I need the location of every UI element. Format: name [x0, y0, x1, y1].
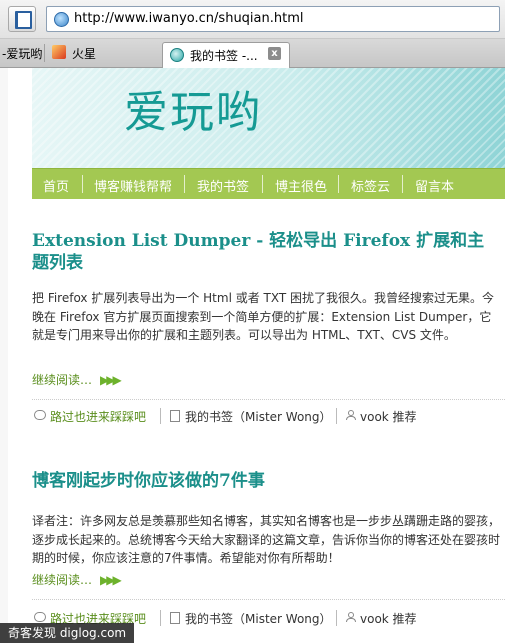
- user-icon: [346, 612, 356, 622]
- tab-label: 我的书签 -...: [190, 49, 258, 63]
- nav-divider: [262, 175, 263, 193]
- meta-divider: [160, 610, 161, 626]
- address-bar: http://www.iwanyo.cn/shuqian.html: [0, 0, 505, 39]
- nav-my-bookmarks[interactable]: 我的书签: [197, 176, 249, 195]
- watermark: 奇客发现 diglog.com: [0, 623, 135, 643]
- double-arrow-icon: ▶▶▶: [100, 573, 122, 587]
- read-more-link[interactable]: 继续阅读… ▶▶▶: [32, 571, 122, 588]
- main-nav: 首页 博客赚钱帮帮 我的书签 博主很色 标签云 留言本: [32, 168, 505, 199]
- nav-blogger[interactable]: 博主很色: [275, 176, 327, 195]
- read-more-label[interactable]: 继续阅读…: [32, 373, 92, 387]
- read-more-link[interactable]: 继续阅读… ▶▶▶: [32, 371, 122, 388]
- nav-divider: [184, 175, 185, 193]
- bookmark-mars[interactable]: 火星: [72, 45, 96, 62]
- category-icon: [170, 410, 180, 422]
- mars-icon: [52, 45, 66, 59]
- nav-divider: [402, 175, 403, 193]
- author-link[interactable]: vook 推荐: [360, 408, 417, 425]
- meta-divider: [160, 408, 161, 424]
- tab-favicon-icon: [170, 48, 184, 62]
- web-page: 爱玩哟 首页 博客赚钱帮帮 我的书签 博主很色 标签云 留言本 Extensio…: [0, 68, 505, 643]
- nav-tag-cloud[interactable]: 标签云: [351, 176, 390, 195]
- author-link[interactable]: vook 推荐: [360, 610, 417, 627]
- post-title[interactable]: 博客刚起步时你应该做的7件事: [32, 470, 492, 492]
- read-more-label[interactable]: 继续阅读…: [32, 573, 92, 587]
- site-title[interactable]: 爱玩哟: [124, 76, 262, 140]
- url-text[interactable]: http://www.iwanyo.cn/shuqian.html: [74, 11, 304, 26]
- post-title[interactable]: Extension List Dumper - 轻松导出 Firefox 扩展和…: [32, 230, 492, 274]
- url-input[interactable]: http://www.iwanyo.cn/shuqian.html: [46, 6, 500, 32]
- bookmark-aiwanyo[interactable]: -爱玩哟: [2, 45, 42, 62]
- category-link[interactable]: 我的书签（Mister Wong）: [185, 408, 332, 425]
- post-excerpt: 把 Firefox 扩展列表导出为一个 Html 或者 TXT 困扰了我很久。我…: [32, 291, 495, 342]
- user-icon: [346, 410, 356, 420]
- bookmark-divider: [44, 44, 45, 62]
- double-arrow-icon: ▶▶▶: [100, 373, 122, 387]
- nav-divider: [82, 175, 83, 193]
- post-meta: 路过也进来踩踩吧 我的书签（Mister Wong） vook 推荐: [32, 404, 505, 428]
- bookmarks-button[interactable]: [8, 6, 36, 32]
- nav-guestbook[interactable]: 留言本: [415, 176, 454, 195]
- meta-divider: [336, 610, 337, 626]
- comment-link[interactable]: 路过也进来踩踩吧: [50, 408, 146, 425]
- nav-blog-money[interactable]: 博客赚钱帮帮: [94, 176, 172, 195]
- nav-divider: [338, 175, 339, 193]
- comment-icon: [34, 410, 46, 420]
- post-excerpt: 译者注：许多网友总是羡慕那些知名博客，其实知名博客也是一步步丛蹒跚走路的婴孩，逐…: [32, 514, 501, 565]
- tab-my-bookmarks[interactable]: 我的书签 -... x: [162, 42, 290, 68]
- site-favicon-icon: [54, 12, 69, 27]
- book-icon: [15, 11, 32, 29]
- close-tab-icon[interactable]: x: [268, 47, 281, 60]
- site-header-banner: 爱玩哟: [32, 68, 505, 168]
- divider: [32, 399, 505, 400]
- meta-divider: [336, 408, 337, 424]
- tab-strip: -爱玩哟 火星 我的书签 -... x: [0, 39, 505, 68]
- nav-home[interactable]: 首页: [43, 176, 69, 195]
- divider: [32, 599, 505, 600]
- comment-icon: [34, 612, 46, 622]
- category-link[interactable]: 我的书签（Mister Wong）: [185, 610, 332, 627]
- category-icon: [170, 612, 180, 624]
